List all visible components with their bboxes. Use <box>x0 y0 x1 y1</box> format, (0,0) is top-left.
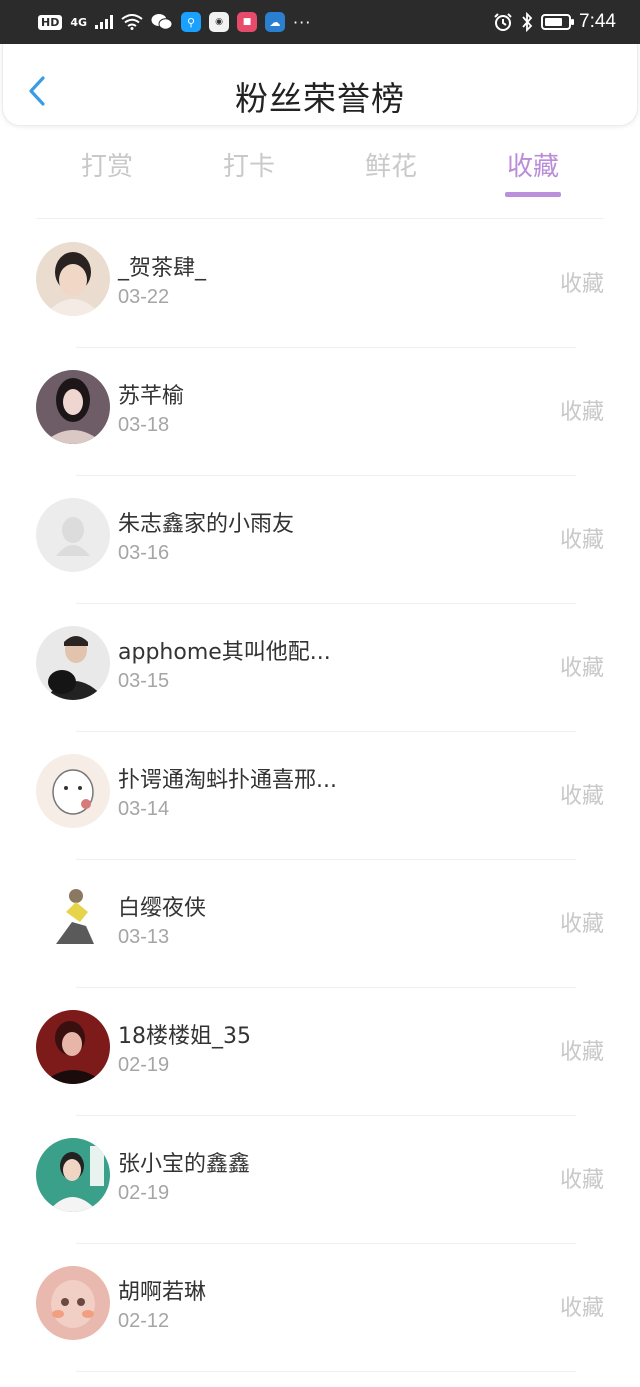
list-item[interactable]: 朱志鑫家的小雨友 03-16 收藏 <box>0 476 640 604</box>
list-item[interactable]: 18楼楼姐_35 02-19 收藏 <box>0 988 640 1116</box>
bluetooth-icon <box>522 12 533 32</box>
favorite-action[interactable]: 收藏 <box>560 650 604 682</box>
clock: 7:44 <box>579 11 616 32</box>
status-bar-right: 7:44 <box>493 11 616 33</box>
favorite-action[interactable]: 收藏 <box>560 1034 604 1066</box>
avatar[interactable] <box>36 626 110 700</box>
tab-flowers[interactable]: 鲜花 <box>320 146 462 202</box>
favorite-action[interactable]: 收藏 <box>560 394 604 426</box>
list-item[interactable]: 扑谔通淘蚪扑通喜邢... 03-14 收藏 <box>0 732 640 860</box>
list-item[interactable]: 白缨夜侠 03-13 收藏 <box>0 860 640 988</box>
fan-date: 03-14 <box>118 798 170 820</box>
status-bar: HD 4G ⚲ ◉ ■ ☁ ··· 7:44 <box>0 0 640 44</box>
battery-icon <box>541 14 575 30</box>
header-bar: 粉丝荣誉榜 <box>2 44 638 126</box>
fan-date: 03-15 <box>118 670 170 692</box>
avatar[interactable] <box>36 1010 110 1084</box>
hd-icon: HD <box>38 14 63 30</box>
alarm-icon <box>494 13 512 31</box>
row-divider <box>76 1371 576 1372</box>
wechat-icon <box>151 14 173 30</box>
tabs-divider <box>36 218 604 219</box>
avatar[interactable] <box>36 882 110 956</box>
favorite-action[interactable]: 收藏 <box>560 906 604 938</box>
favorite-action[interactable]: 收藏 <box>560 1290 604 1322</box>
fan-name: apphome其叫他配... <box>118 640 331 665</box>
fan-date: 03-13 <box>118 926 170 948</box>
search-app-icon: ⚲ <box>181 12 202 32</box>
fan-name: 18楼楼姐_35 <box>118 1024 251 1049</box>
fan-name: _贺茶肆_ <box>118 256 207 281</box>
active-tab-indicator <box>505 192 561 197</box>
avatar[interactable] <box>36 1138 110 1212</box>
signal-icon <box>95 15 114 29</box>
page-title: 粉丝荣誉榜 <box>235 79 405 118</box>
avatar[interactable] <box>36 1266 110 1340</box>
avatar[interactable] <box>36 370 110 444</box>
wifi-icon <box>121 14 143 30</box>
favorite-action[interactable]: 收藏 <box>560 778 604 810</box>
fan-name: 张小宝的鑫鑫 <box>118 1152 251 1177</box>
tab-reward[interactable]: 打赏 <box>36 146 178 202</box>
fan-date: 03-16 <box>118 542 170 564</box>
tab-checkin[interactable]: 打卡 <box>178 146 320 202</box>
list-item[interactable]: 苏芊榆 03-18 收藏 <box>0 348 640 476</box>
fan-name: 胡啊若琳 <box>118 1280 207 1305</box>
fan-date: 02-19 <box>118 1054 170 1076</box>
tab-label: 鲜花 <box>364 152 417 182</box>
more-notifications-icon: ··· <box>293 12 312 32</box>
status-bar-left: HD 4G ⚲ ◉ ■ ☁ ··· <box>38 12 311 32</box>
avatar[interactable] <box>36 754 110 828</box>
list-item[interactable]: 胡啊若琳 02-12 收藏 <box>0 1244 640 1372</box>
tab-favorites[interactable]: 收藏 <box>462 146 604 202</box>
cloud-app-icon: ☁ <box>265 12 286 32</box>
shop-app-icon: ■ <box>237 12 258 32</box>
fan-name: 苏芊榆 <box>118 384 185 409</box>
fan-name: 扑谔通淘蚪扑通喜邢... <box>118 768 337 793</box>
favorite-action[interactable]: 收藏 <box>560 522 604 554</box>
favorite-action[interactable]: 收藏 <box>560 1162 604 1194</box>
fan-name: 白缨夜侠 <box>118 896 207 921</box>
fan-date: 03-22 <box>118 286 170 308</box>
tab-label: 打卡 <box>222 152 275 182</box>
tab-label: 打赏 <box>80 152 133 182</box>
huawei-app-icon: ◉ <box>209 12 230 32</box>
fan-date: 03-18 <box>118 414 170 436</box>
avatar[interactable] <box>36 242 110 316</box>
network-type-label: 4G <box>70 15 88 29</box>
avatar[interactable] <box>36 498 110 572</box>
favorite-action[interactable]: 收藏 <box>560 266 604 298</box>
battery-level <box>545 18 562 26</box>
tab-bar: 打赏 打卡 鲜花 收藏 <box>36 146 604 202</box>
fan-list: _贺茶肆_ 03-22 收藏 苏芊榆 03-18 收藏 朱志鑫家的小雨友 03-… <box>0 220 640 1372</box>
list-item[interactable]: apphome其叫他配... 03-15 收藏 <box>0 604 640 732</box>
fan-date: 02-19 <box>118 1182 170 1204</box>
list-item[interactable]: 张小宝的鑫鑫 02-19 收藏 <box>0 1116 640 1244</box>
fan-date: 02-12 <box>118 1310 170 1332</box>
list-item[interactable]: _贺茶肆_ 03-22 收藏 <box>0 220 640 348</box>
fan-name: 朱志鑫家的小雨友 <box>118 512 295 537</box>
tab-label: 收藏 <box>506 152 559 182</box>
